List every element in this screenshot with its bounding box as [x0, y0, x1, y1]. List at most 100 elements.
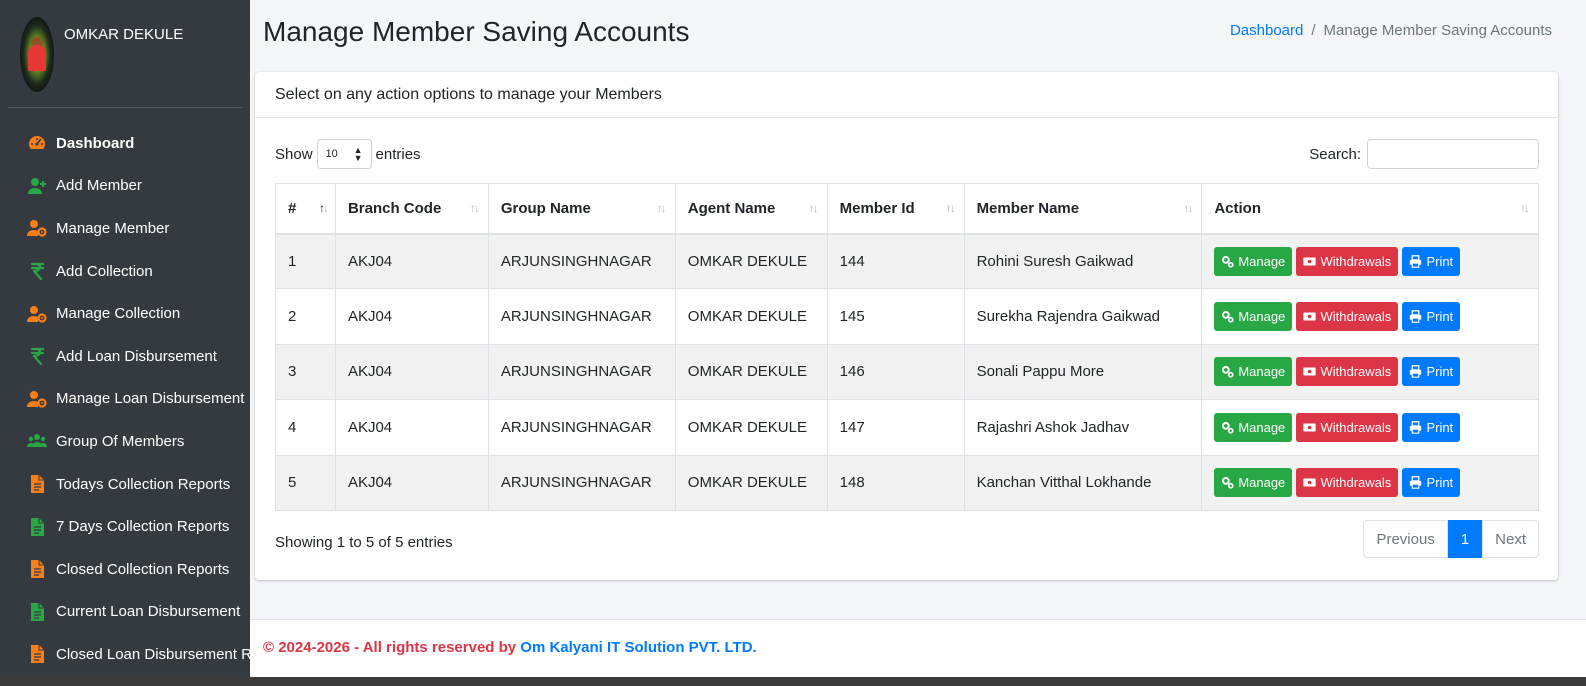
table-cell: 145 — [826, 288, 965, 345]
search-input[interactable] — [1367, 139, 1539, 169]
breadcrumb-dashboard-link[interactable]: Dashboard — [1230, 22, 1303, 39]
column-header-agent-name[interactable]: Agent Name ↑↓ — [674, 183, 828, 235]
avatar[interactable] — [20, 17, 54, 92]
sort-arrows-icon: ↑↓ — [469, 201, 480, 215]
sort-arrows-icon: ↑↓ — [318, 201, 329, 215]
entries-select[interactable]: 10 ▲ ▼ — [316, 139, 372, 169]
print-button[interactable]: Print — [1402, 302, 1461, 332]
column-header-label: Branch Code — [347, 199, 442, 217]
table-cell: Surekha Rajendra Gaikwad — [963, 288, 1203, 345]
table-cell: 146 — [826, 343, 965, 401]
print-icon — [1409, 255, 1422, 268]
user-name[interactable]: OMKAR DEKULE — [64, 26, 183, 43]
print-button-label: Print — [1426, 253, 1454, 269]
sidebar-item-todays-collection-reports[interactable]: Todays Collection Reports — [0, 463, 250, 506]
column-header-action[interactable]: Action ↑↓ — [1201, 183, 1539, 235]
print-button[interactable]: Print — [1402, 468, 1461, 498]
table-cell: ARJUNSINGHNAGAR — [487, 399, 676, 456]
user-gear-icon — [26, 303, 48, 325]
table-cell: OMKAR DEKULE — [674, 288, 828, 345]
sidebar-item-label: Dashboard — [56, 134, 135, 152]
sidebar-item-add-loan-disbursement[interactable]: Add Loan Disbursement — [0, 335, 250, 378]
sidebar-item-add-collection[interactable]: Add Collection — [0, 250, 250, 293]
pagination-previous[interactable]: Previous — [1363, 520, 1448, 558]
money-bill-icon — [1303, 421, 1317, 434]
table-info: Showing 1 to 5 of 5 entries — [275, 534, 453, 551]
table-cell: Rajashri Ashok Jadhav — [963, 399, 1203, 456]
gears-icon — [1221, 365, 1234, 379]
withdrawals-button[interactable]: Withdrawals — [1296, 468, 1399, 498]
rupee-icon — [26, 260, 48, 282]
column-header-member-name[interactable]: Member Name ↑↓ — [963, 183, 1203, 235]
withdrawals-button[interactable]: Withdrawals — [1296, 246, 1399, 276]
sidebar-item-7-days-collection-reports[interactable]: 7 Days Collection Reports — [0, 505, 250, 548]
withdrawals-button[interactable]: Withdrawals — [1296, 357, 1399, 387]
column-header-branch-code[interactable]: Branch Code ↑↓ — [334, 183, 489, 235]
table-cell: ARJUNSINGHNAGAR — [487, 343, 676, 401]
table-cell: 5 — [275, 454, 336, 511]
column-header-label: Action — [1214, 199, 1261, 217]
sidebar-item-closed-loan-disbursement-r[interactable]: Closed Loan Disbursement R — [0, 633, 250, 676]
show-label: Show — [275, 145, 313, 163]
file-icon — [26, 473, 48, 495]
print-icon — [1409, 365, 1422, 379]
manage-button[interactable]: Manage — [1214, 357, 1293, 387]
column-header-member-id[interactable]: Member Id ↑↓ — [826, 183, 965, 235]
table-cell: Rohini Suresh Gaikwad — [963, 232, 1203, 290]
table-cell: ARJUNSINGHNAGAR — [487, 454, 676, 511]
table-cell: 148 — [826, 454, 965, 511]
table-row: 3 AKJ04 ARJUNSINGHNAGAR OMKAR DEKULE 146 Sona… — [275, 343, 1539, 401]
sidebar: OMKAR DEKULE Dashboard Add Member Manage M… — [0, 0, 250, 686]
breadcrumb-current: Manage Member Saving Accounts — [1323, 22, 1552, 39]
sidebar-item-current-loan-disbursement[interactable]: Current Loan Disbursement — [0, 591, 250, 634]
pagination: Previous 1 Next — [1363, 520, 1539, 558]
table-cell: OMKAR DEKULE — [674, 454, 828, 511]
column-header-label: Member Name — [976, 199, 1080, 217]
sort-arrows-icon: ↑↓ — [1520, 201, 1530, 215]
user-plus-icon — [26, 175, 48, 197]
sidebar-item-label: Group Of Members — [56, 432, 185, 450]
sidebar-item-label: Add Member — [56, 177, 142, 195]
print-button[interactable]: Print — [1402, 357, 1461, 387]
breadcrumb: Dashboard / Manage Member Saving Account… — [1230, 22, 1552, 39]
rupee-icon — [26, 345, 48, 367]
entries-select-value: 10 — [325, 148, 338, 160]
file-icon — [26, 601, 48, 623]
sidebar-item-manage-loan-disbursement[interactable]: Manage Loan Disbursement — [0, 378, 250, 421]
withdrawals-button[interactable]: Withdrawals — [1296, 302, 1399, 332]
manage-button[interactable]: Manage — [1214, 302, 1293, 332]
sidebar-item-group-of-members[interactable]: Group Of Members — [0, 420, 250, 463]
column-header-index[interactable]: # ↑↓ — [275, 183, 336, 235]
column-header-group-name[interactable]: Group Name ↑↓ — [487, 183, 676, 235]
members-card: Select on any action options to manage y… — [255, 72, 1558, 580]
sidebar-item-closed-collection-reports[interactable]: Closed Collection Reports — [0, 548, 250, 591]
table-cell: AKJ04 — [334, 343, 489, 401]
sidebar-item-add-member[interactable]: Add Member — [0, 165, 250, 208]
print-button[interactable]: Print — [1402, 412, 1461, 442]
table-cell: AKJ04 — [334, 288, 489, 345]
sidebar-item-manage-collection[interactable]: Manage Collection — [0, 292, 250, 335]
money-bill-icon — [1303, 310, 1317, 323]
withdrawals-button[interactable]: Withdrawals — [1296, 412, 1399, 442]
table-header-row: # ↑↓ Branch Code ↑↓ Group Name ↑↓ Agent Name ↑↓… — [275, 183, 1539, 235]
manage-button[interactable]: Manage — [1214, 246, 1293, 276]
pagination-page-1[interactable]: 1 — [1447, 520, 1483, 558]
table-cell: 144 — [826, 232, 965, 290]
manage-button-label: Manage — [1238, 309, 1286, 325]
users-group-icon — [26, 430, 48, 452]
sidebar-item-manage-member[interactable]: Manage Member — [0, 207, 250, 250]
pagination-next[interactable]: Next — [1482, 520, 1539, 558]
footer-company-link[interactable]: Om Kalyani IT Solution PVT. LTD. — [520, 639, 756, 656]
sidebar-item-dashboard[interactable]: Dashboard — [0, 122, 250, 165]
print-button[interactable]: Print — [1402, 246, 1461, 276]
table-cell: Kanchan Vitthal Lokhande — [963, 454, 1203, 511]
search-label: Search: — [1309, 145, 1361, 163]
sidebar-item-label: Add Collection — [56, 262, 153, 280]
table-cell: AKJ04 — [334, 232, 489, 290]
table-cell: ARJUNSINGHNAGAR — [487, 288, 676, 345]
manage-button[interactable]: Manage — [1214, 412, 1293, 442]
manage-button[interactable]: Manage — [1214, 468, 1293, 498]
table-cell: OMKAR DEKULE — [674, 232, 828, 290]
sidebar-item-label: Closed Collection Reports — [56, 560, 230, 578]
manage-button-label: Manage — [1238, 364, 1286, 380]
